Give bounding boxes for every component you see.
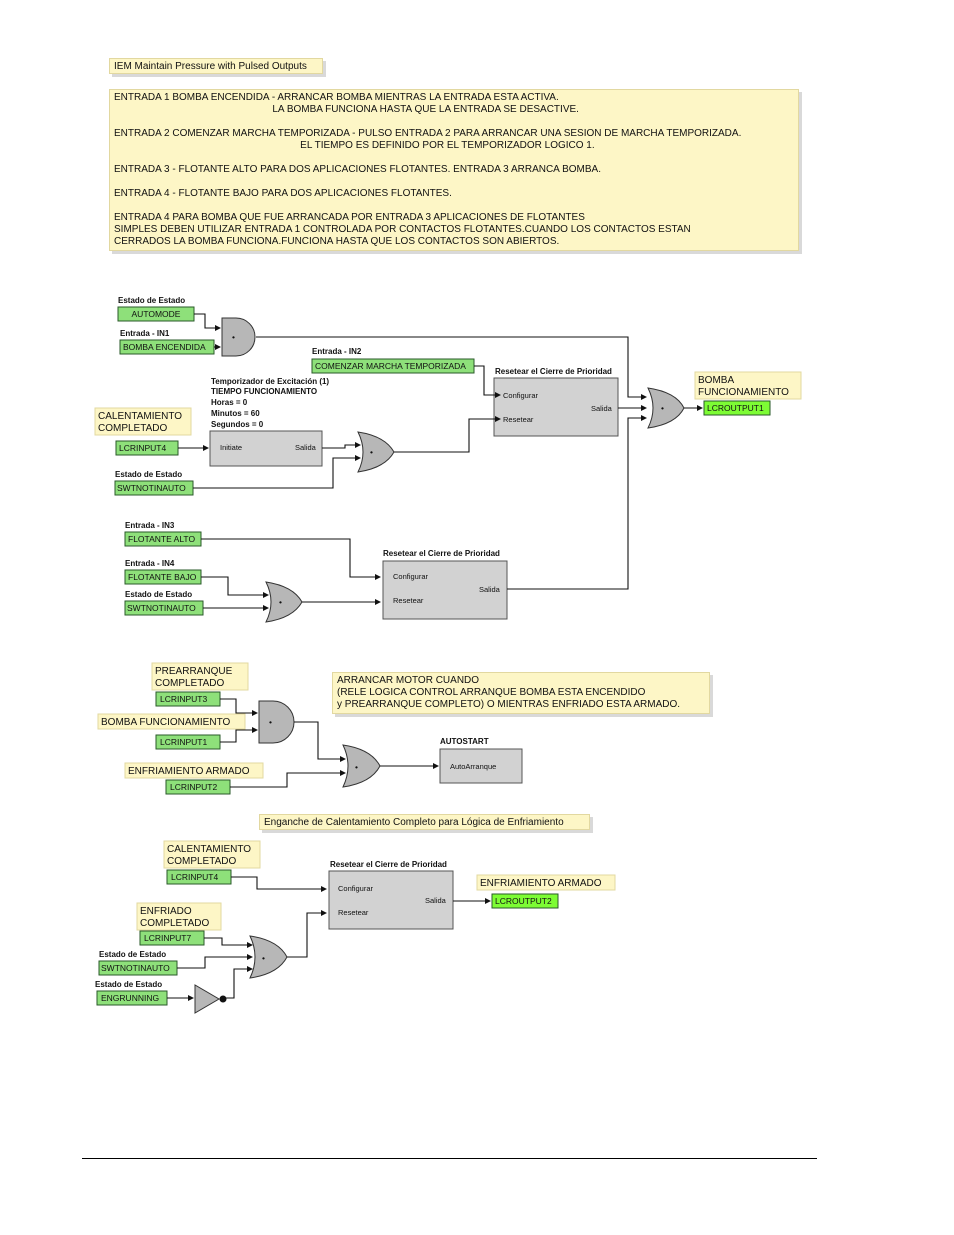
tag-calentamiento-1-line1: CALENTAMIENTO bbox=[98, 411, 182, 422]
input-swtnotinauto-1-label: SWTNOTINAUTO bbox=[117, 483, 186, 493]
tag-bomba-funcionamiento-2-text: BOMBA FUNCIONAMIENTO bbox=[101, 717, 230, 728]
or-gate-3[interactable] bbox=[342, 744, 381, 788]
input-comenzar-marcha-label: COMENZAR MARCHA TEMPORIZADA bbox=[315, 361, 466, 371]
input-lcrinput1-label: LCRINPUT1 bbox=[160, 737, 208, 747]
tag-bomba-func-line2: FUNCIONAMIENTO bbox=[698, 387, 789, 398]
not-gate-bubble bbox=[219, 995, 227, 1003]
tag-calentamiento-2-line1: CALENTAMIENTO bbox=[167, 844, 251, 855]
label-estado-engrunning: Estado de Estado bbox=[95, 980, 162, 989]
tag-calentamiento-1-line2: COMPLETADO bbox=[98, 423, 167, 434]
tag-prearranque-line2: COMPLETADO bbox=[155, 678, 224, 689]
tag-enfriamiento-armado-3-text: ENFRIAMIENTO ARMADO bbox=[480, 878, 602, 889]
autostart-port: AutoArranque bbox=[450, 762, 496, 771]
input-lcrinput4-a-label: LCRINPUT4 bbox=[119, 443, 167, 453]
and-gate-2-symbol: • bbox=[269, 717, 272, 727]
or-gate-output-symbol: • bbox=[661, 403, 664, 413]
input-automode-label: AUTOMODE bbox=[132, 309, 181, 319]
input-flotante-bajo-label: FLOTANTE BAJO bbox=[128, 572, 197, 582]
latch1-set-port: Configurar bbox=[503, 391, 539, 400]
input-swtnotinauto-3-label: SWTNOTINAUTO bbox=[101, 963, 170, 973]
output-lcroutput2-label: LCROUTPUT2 bbox=[495, 896, 552, 906]
and-gate-2[interactable] bbox=[258, 700, 295, 744]
or-gate-output[interactable] bbox=[647, 387, 685, 429]
latch3-set-port: Configurar bbox=[338, 884, 374, 893]
footer-divider bbox=[82, 1158, 817, 1159]
not-gate[interactable] bbox=[194, 984, 220, 1014]
latch3-reset-port: Resetear bbox=[338, 908, 369, 917]
latch1-reset-port: Resetear bbox=[503, 415, 534, 424]
timer-segundos: Segundos = 0 bbox=[211, 420, 264, 429]
label-entrada-in4: Entrada - IN4 bbox=[125, 559, 175, 568]
input-lcrinput7-label: LCRINPUT7 bbox=[144, 933, 192, 943]
latch2-reset-port: Resetear bbox=[393, 596, 424, 605]
or-gate-3-symbol: • bbox=[355, 762, 358, 772]
tag-bomba-func-line1: BOMBA bbox=[698, 375, 734, 386]
logic-diagram: Estado de Estado AUTOMODE Entrada - IN1 … bbox=[94, 296, 802, 1014]
latch2-set-port: Configurar bbox=[393, 572, 429, 581]
and-gate-1-symbol: • bbox=[232, 332, 235, 342]
timer-salida-port: Salida bbox=[295, 443, 317, 452]
timer-minutos: Minutos = 60 bbox=[211, 409, 260, 418]
input-engrunning-label: ENGRUNNING bbox=[101, 993, 159, 1003]
label-entrada-in1: Entrada - IN1 bbox=[120, 329, 170, 338]
latch3-out-port: Salida bbox=[425, 896, 447, 905]
tag-enfriado-line2: COMPLETADO bbox=[140, 918, 209, 929]
timer-name: TIEMPO FUNCIONAMIENTO bbox=[211, 387, 317, 396]
latch1-title: Resetear el Cierre de Prioridad bbox=[495, 367, 612, 376]
timer-horas: Horas = 0 bbox=[211, 398, 248, 407]
tag-enfriamiento-armado-2-text: ENFRIAMIENTO ARMADO bbox=[128, 766, 250, 777]
label-entrada-in2: Entrada - IN2 bbox=[312, 347, 362, 356]
label-estado-swtnot-1: Estado de Estado bbox=[115, 470, 182, 479]
label-estado-automode: Estado de Estado bbox=[118, 296, 185, 305]
output-lcroutput1-label: LCROUTPUT1 bbox=[707, 403, 764, 413]
latch3-title: Resetear el Cierre de Prioridad bbox=[330, 860, 447, 869]
timer-title: Temporizador de Excitación (1) bbox=[211, 377, 329, 386]
label-estado-swtnot-3: Estado de Estado bbox=[99, 950, 166, 959]
or-gate-1-symbol: • bbox=[370, 447, 373, 457]
input-lcrinput3-label: LCRINPUT3 bbox=[160, 694, 208, 704]
input-bomba-encendida-label: BOMBA ENCENDIDA bbox=[123, 342, 206, 352]
or-gate-4-symbol: • bbox=[262, 953, 265, 963]
input-lcrinput2-label: LCRINPUT2 bbox=[170, 782, 218, 792]
input-lcrinput4-b-label: LCRINPUT4 bbox=[171, 872, 219, 882]
or-gate-2-symbol: • bbox=[279, 597, 282, 607]
latch2-out-port: Salida bbox=[479, 585, 501, 594]
and-gate-1[interactable] bbox=[221, 317, 256, 357]
tag-calentamiento-2-line2: COMPLETADO bbox=[167, 856, 236, 867]
or-gate-2[interactable] bbox=[265, 581, 303, 623]
autostart-title: AUTOSTART bbox=[440, 737, 489, 746]
or-gate-1[interactable] bbox=[357, 431, 395, 473]
or-gate-4[interactable] bbox=[249, 935, 288, 979]
input-swtnotinauto-2-label: SWTNOTINAUTO bbox=[127, 603, 196, 613]
label-entrada-in3: Entrada - IN3 bbox=[125, 521, 175, 530]
latch2-title: Resetear el Cierre de Prioridad bbox=[383, 549, 500, 558]
tag-enfriado-line1: ENFRIADO bbox=[140, 906, 192, 917]
timer-initiate-port: Initiate bbox=[220, 443, 242, 452]
latch1-out-port: Salida bbox=[591, 404, 613, 413]
tag-prearranque-line1: PREARRANQUE bbox=[155, 666, 233, 677]
label-estado-swtnot-2: Estado de Estado bbox=[125, 590, 192, 599]
input-flotante-alto-label: FLOTANTE ALTO bbox=[128, 534, 195, 544]
